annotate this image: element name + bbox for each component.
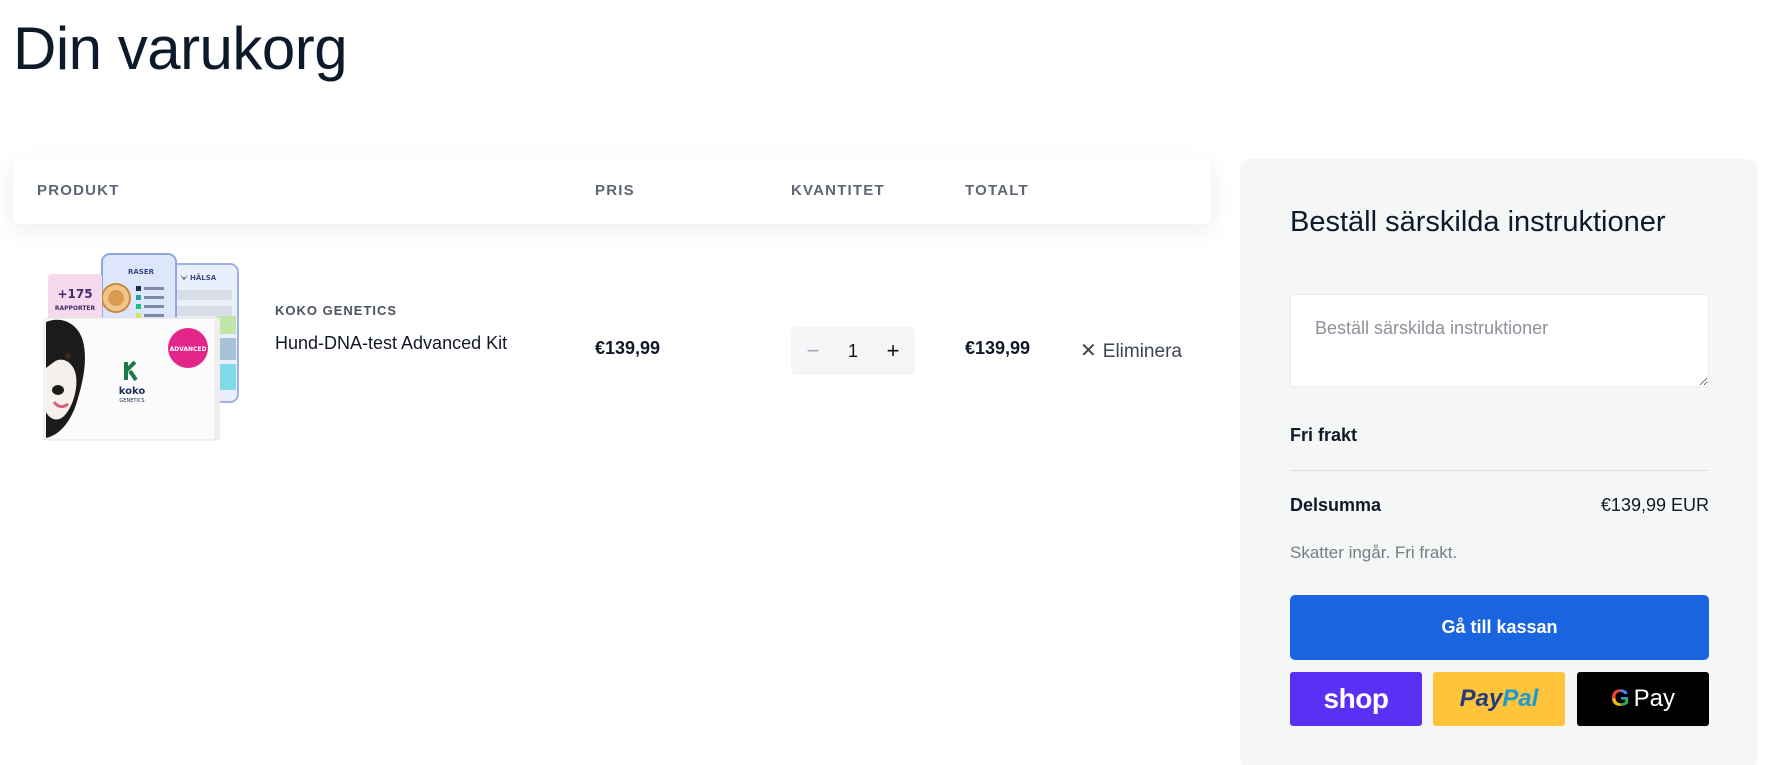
breeds-screen-title: RASER	[128, 268, 155, 276]
cart-table-header: PRODUKT PRIS KVANTITET TOTALT	[13, 159, 1211, 224]
subtotal-value: €139,99 EUR	[1600, 495, 1709, 515]
special-instructions-input[interactable]	[1290, 294, 1709, 387]
header-price: PRIS	[595, 182, 635, 199]
quantity-decrease-button[interactable]: −	[791, 327, 835, 375]
health-screen-title: HÄLSA	[190, 273, 217, 282]
reports-badge-count: +175	[57, 287, 92, 301]
google-pay-button[interactable]: G Pay	[1577, 672, 1709, 726]
koko-logo-sub: GENETICS	[119, 398, 144, 404]
shipping-label: Fri frakt	[1290, 425, 1358, 445]
line-total: €139,99	[965, 338, 1031, 358]
paypal-logo-pay: Pay	[1459, 685, 1503, 712]
subtotal-label: Delsumma	[1290, 495, 1382, 515]
product-image[interactable]: HÄLSA RASER +175 RAPPORTER ADVANCED koko…	[40, 252, 240, 447]
product-price: €139,99	[595, 338, 661, 358]
google-g-icon: G	[1610, 685, 1630, 712]
remove-item-button[interactable]: ✕ Eliminera	[1080, 338, 1182, 363]
close-icon: ✕	[1080, 340, 1097, 362]
page-title: Din varukorg	[13, 15, 348, 82]
shop-pay-button[interactable]: shop	[1290, 672, 1422, 726]
remove-label: Eliminera	[1102, 341, 1182, 362]
paypal-button[interactable]: PayPal	[1433, 672, 1565, 726]
shop-pay-logo: shop	[1323, 683, 1389, 714]
special-instructions-title: Beställ särskilda instruktioner	[1290, 206, 1666, 238]
summary-divider	[1290, 470, 1709, 471]
quantity-increase-button[interactable]: +	[871, 327, 915, 375]
header-total: TOTALT	[965, 182, 1029, 199]
header-product: PRODUKT	[37, 182, 120, 199]
header-quantity: KVANTITET	[791, 182, 885, 199]
paypal-logo-pal: Pal	[1502, 685, 1539, 712]
product-brand: KOKO GENETICS	[275, 303, 398, 318]
tax-note: Skatter ingår. Fri frakt.	[1290, 543, 1458, 562]
checkout-button[interactable]: Gå till kassan	[1290, 595, 1709, 660]
reports-badge-label: RAPPORTER	[55, 305, 96, 312]
google-pay-text: Pay	[1633, 685, 1676, 712]
advanced-label: ADVANCED	[169, 346, 206, 353]
quantity-value[interactable]: 1	[835, 327, 871, 375]
product-name-link[interactable]: Hund-DNA-test Advanced Kit	[275, 333, 507, 354]
order-summary-panel: Beställ särskilda instruktioner Fri frak…	[1240, 159, 1758, 765]
quantity-stepper[interactable]: − 1 +	[791, 327, 915, 375]
product-illustration: HÄLSA RASER +175 RAPPORTER ADVANCED koko…	[43, 253, 239, 441]
koko-logo-text: koko	[119, 386, 146, 397]
